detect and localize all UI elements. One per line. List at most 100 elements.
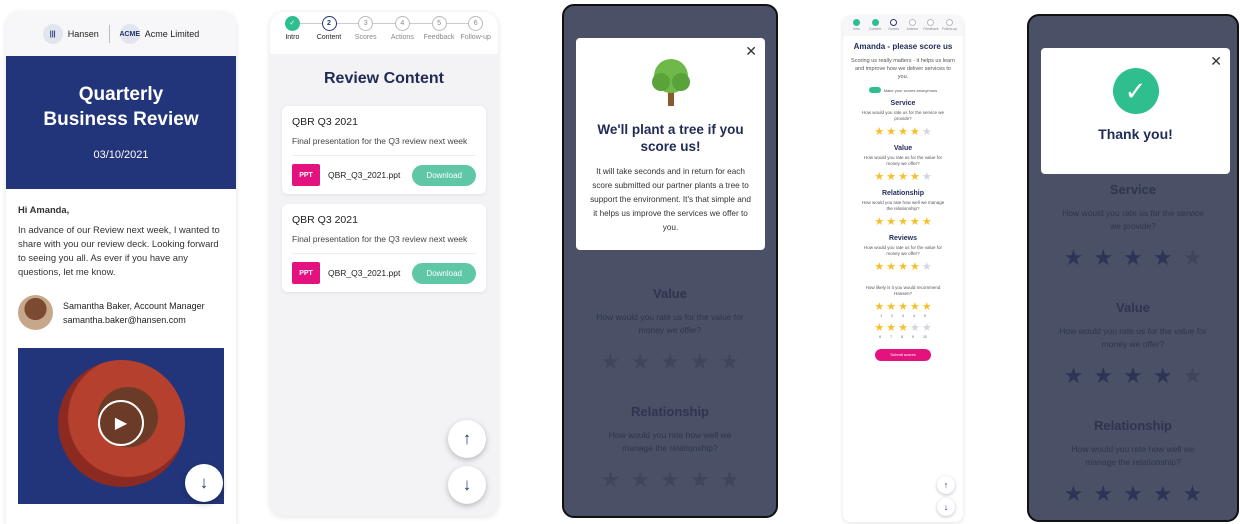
step-intro[interactable]: Intro [848,19,865,36]
star-icon[interactable]: ★ [1183,483,1203,505]
star-icon[interactable]: ★ [690,469,710,491]
star-icon[interactable]: ★ [874,262,884,273]
nps-rating[interactable]: ★ ★ ★ ★ ★ [843,302,963,313]
star-rating[interactable]: ★ ★ ★ ★ ★ [564,351,776,373]
star-icon[interactable]: ★ [690,351,710,373]
star-icon[interactable]: ★ [1153,483,1173,505]
star-icon[interactable]: ★ [910,323,920,334]
step-follow-up[interactable]: Follow-up [941,19,958,36]
close-icon[interactable]: ✕ [745,43,757,60]
close-icon[interactable]: ✕ [1210,53,1222,70]
scroll-up-button[interactable]: ↑ [937,476,955,494]
star-rating[interactable]: ★ ★ ★ ★ ★ [1029,247,1237,269]
step-feedback[interactable]: 5 Feedback [421,16,458,41]
star-icon[interactable]: ★ [910,217,920,228]
star-icon[interactable]: ★ [1064,247,1084,269]
video-player[interactable]: ▶ ↓ [18,348,224,504]
star-rating[interactable]: ★ ★ ★ ★ ★ [843,127,963,138]
star-icon[interactable]: ★ [874,127,884,138]
star-rating[interactable]: ★ ★ ★ ★ ★ [564,469,776,491]
star-icon[interactable]: ★ [1093,365,1113,387]
star-rating[interactable]: ★ ★ ★ ★ ★ [843,217,963,228]
star-icon[interactable]: ★ [910,302,920,313]
star-icon[interactable]: ★ [1123,483,1143,505]
star-icon[interactable]: ★ [910,262,920,273]
star-rating[interactable]: ★ ★ ★ ★ ★ [1029,483,1237,505]
file-name: QBR_Q3_2021.ppt [328,268,401,278]
star-icon[interactable]: ★ [1093,483,1113,505]
star-icon[interactable]: ★ [630,469,650,491]
scroll-down-button[interactable]: ↓ [448,466,486,504]
step-content[interactable]: 2 Content [311,16,348,41]
star-icon[interactable]: ★ [886,172,896,183]
star-rating[interactable]: ★ ★ ★ ★ ★ [1029,365,1237,387]
step-feedback[interactable]: Feedback [922,19,939,36]
nps-number: 4 [912,314,915,318]
star-icon[interactable]: ★ [922,172,932,183]
star-icon[interactable]: ★ [922,262,932,273]
star-icon[interactable]: ★ [886,262,896,273]
star-rating[interactable]: ★ ★ ★ ★ ★ [843,172,963,183]
star-icon[interactable]: ★ [660,469,680,491]
star-icon[interactable]: ★ [898,323,908,334]
step-scores[interactable]: 3 Scores [347,16,384,41]
star-icon[interactable]: ★ [1153,365,1173,387]
star-icon[interactable]: ★ [874,302,884,313]
step-actions[interactable]: 4 Actions [384,16,421,41]
star-icon[interactable]: ★ [1123,365,1143,387]
star-icon[interactable]: ★ [910,127,920,138]
scroll-down-button[interactable]: ↓ [185,464,223,502]
star-icon[interactable]: ★ [1123,247,1143,269]
star-icon[interactable]: ★ [874,217,884,228]
star-icon[interactable]: ★ [898,302,908,313]
star-icon[interactable]: ★ [1183,247,1203,269]
step-actions[interactable]: Actions [904,19,921,36]
star-icon[interactable]: ★ [874,172,884,183]
play-icon[interactable]: ▶ [98,400,144,446]
star-icon[interactable]: ★ [898,262,908,273]
star-icon[interactable]: ★ [720,351,740,373]
step-content[interactable]: Content [867,19,884,36]
star-icon[interactable]: ★ [1183,365,1203,387]
star-icon[interactable]: ★ [1064,365,1084,387]
star-icon[interactable]: ★ [886,302,896,313]
star-icon[interactable]: ★ [922,323,932,334]
star-icon[interactable]: ★ [601,469,621,491]
step-scores[interactable]: Scores [885,19,902,36]
star-icon[interactable]: ★ [910,172,920,183]
scroll-down-button[interactable]: ↓ [937,498,955,516]
star-icon[interactable]: ★ [630,351,650,373]
star-icon[interactable]: ★ [886,127,896,138]
star-icon[interactable]: ★ [898,172,908,183]
star-icon[interactable]: ★ [898,127,908,138]
star-icon[interactable]: ★ [601,351,621,373]
nps-numbers: 1 2 3 4 5 [843,314,963,318]
step-intro[interactable]: ✓ Intro [274,16,311,41]
star-icon[interactable]: ★ [1093,247,1113,269]
star-icon[interactable]: ★ [660,351,680,373]
anonymous-toggle[interactable]: Make your scores anonymous [843,87,963,93]
tree-modal-screen: Value How would you rate us for the valu… [562,4,778,518]
star-icon[interactable]: ★ [886,323,896,334]
star-icon[interactable]: ★ [1153,247,1173,269]
star-icon[interactable]: ★ [922,217,932,228]
submit-scores-button[interactable]: Submit scores [875,349,931,361]
scroll-up-button[interactable]: ↑ [448,420,486,458]
nps-rating[interactable]: ★ ★ ★ ★ ★ [843,323,963,334]
sender-email[interactable]: samantha.baker@hansen.com [63,313,205,327]
star-icon[interactable]: ★ [922,127,932,138]
download-button[interactable]: Download [412,164,476,186]
section-question: How would you rate us for the value for … [863,245,943,256]
star-icon[interactable]: ★ [720,469,740,491]
star-icon[interactable]: ★ [922,302,932,313]
star-icon[interactable]: ★ [886,217,896,228]
star-icon[interactable]: ★ [1064,483,1084,505]
step-number [927,19,935,26]
title-line: Business Review [43,109,199,130]
toggle-switch[interactable] [868,87,881,93]
step-follow-up[interactable]: 6 Follow-up [457,16,494,41]
download-button[interactable]: Download [412,262,476,284]
star-icon[interactable]: ★ [898,217,908,228]
star-icon[interactable]: ★ [874,323,884,334]
star-rating[interactable]: ★ ★ ★ ★ ★ [843,262,963,273]
